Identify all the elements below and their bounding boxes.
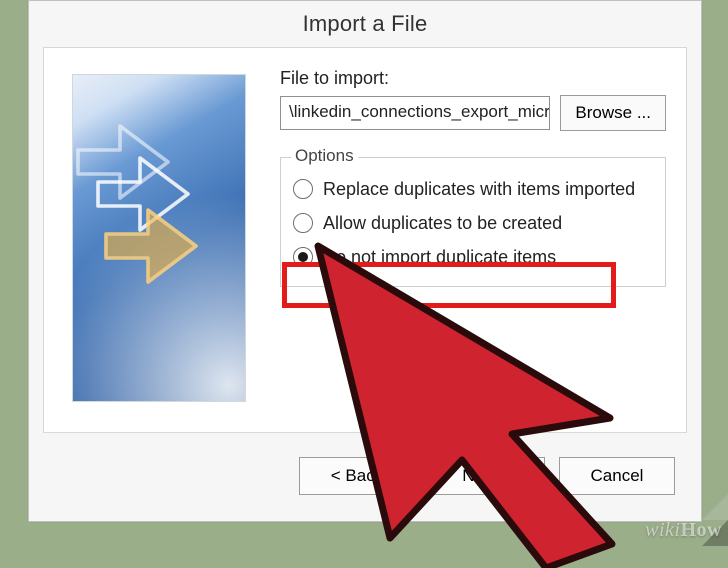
radio-icon (293, 247, 313, 267)
dialog-buttons: < Back Next > Cancel (43, 432, 687, 503)
radio-label: Allow duplicates to be created (323, 213, 562, 234)
radio-icon (293, 179, 313, 199)
file-to-import-label: File to import: (280, 68, 666, 89)
radio-replace-duplicates[interactable]: Replace duplicates with items imported (293, 172, 653, 206)
import-file-dialog: Import a File File to import: \linkedin_… (28, 0, 702, 522)
radio-do-not-import-duplicates[interactable]: Do not import duplicate items (293, 240, 653, 274)
watermark-how: How (681, 519, 723, 541)
form: File to import: \linkedin_connections_ex… (280, 68, 666, 287)
options-group: Options Replace duplicates with items im… (280, 157, 666, 287)
wizard-illustration (72, 74, 246, 402)
radio-allow-duplicates[interactable]: Allow duplicates to be created (293, 206, 653, 240)
cancel-button[interactable]: Cancel (559, 457, 675, 495)
back-button[interactable]: < Back (299, 457, 415, 495)
dialog-body: File to import: \linkedin_connections_ex… (43, 47, 687, 443)
browse-button[interactable]: Browse ... (560, 95, 666, 131)
radio-icon (293, 213, 313, 233)
dialog-title: Import a File (29, 1, 701, 47)
arrow-icon (94, 186, 214, 306)
radio-label: Replace duplicates with items imported (323, 179, 635, 200)
watermark-wiki: wiki (645, 519, 680, 541)
wikihow-watermark: wikiHow (645, 519, 722, 542)
options-legend: Options (291, 146, 358, 166)
file-to-import-input[interactable]: \linkedin_connections_export_microsoft_ (280, 96, 550, 130)
file-row: \linkedin_connections_export_microsoft_ … (280, 95, 666, 131)
next-button[interactable]: Next > (429, 457, 545, 495)
radio-label: Do not import duplicate items (323, 247, 556, 268)
